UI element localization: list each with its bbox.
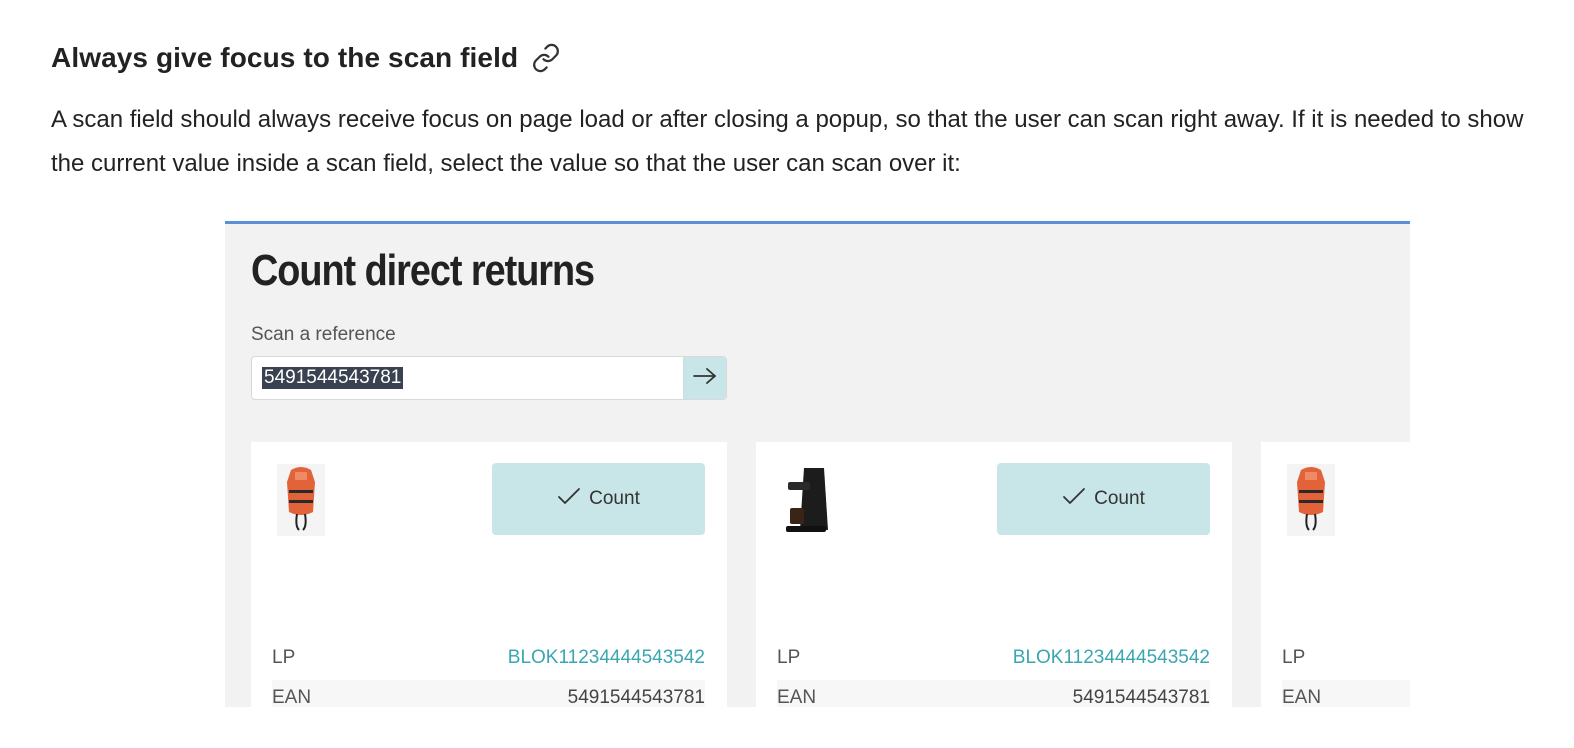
count-button[interactable]: Count [997, 463, 1210, 535]
scan-submit-button[interactable] [683, 357, 726, 399]
ean-row: EAN 5491544543781 [777, 680, 1210, 707]
life-jacket-image [1279, 460, 1343, 540]
return-item-card: Count LP BLOK11234444543542 EAN 54915445… [756, 442, 1232, 707]
ean-value: 5491544543781 [1072, 687, 1210, 707]
ean-label: EAN [272, 687, 312, 707]
life-jacket-image [269, 460, 333, 540]
checkmark-icon [557, 486, 581, 512]
return-item-card: LP EAN [1261, 442, 1410, 707]
scan-field: 5491544543781 [251, 356, 727, 400]
scan-field-label: Scan a reference [251, 324, 396, 345]
lp-row: LP BLOK11234444543542 [272, 640, 705, 676]
ean-label: EAN [1282, 687, 1322, 707]
lp-row: LP [1282, 640, 1410, 676]
example-screenshot: Count direct returns Scan a reference 54… [225, 221, 1410, 707]
lp-label: LP [1282, 647, 1306, 668]
arrow-right-icon [692, 366, 718, 391]
ean-value: 5491544543781 [567, 687, 705, 707]
link-icon[interactable] [530, 42, 562, 74]
count-button-label: Count [589, 488, 640, 509]
count-button[interactable]: Count [492, 463, 705, 535]
return-item-card: Count LP BLOK11234444543542 EAN 54915445… [251, 442, 727, 707]
lp-value-link[interactable]: BLOK11234444543542 [1013, 647, 1210, 669]
lp-label: LP [272, 647, 296, 668]
ean-row: EAN [1282, 680, 1410, 707]
ean-row: EAN 5491544543781 [272, 680, 705, 707]
checkmark-icon [1062, 486, 1086, 512]
section-heading: Always give focus to the scan field [51, 42, 562, 74]
count-button-label: Count [1094, 488, 1145, 509]
section-title: Always give focus to the scan field [51, 42, 519, 73]
section-paragraph: A scan field should always receive focus… [51, 106, 1524, 177]
page-title: Count direct returns [251, 246, 595, 295]
lp-row: LP BLOK11234444543542 [777, 640, 1210, 676]
scan-input-selected-value[interactable]: 5491544543781 [262, 367, 404, 389]
coffee-machine-image [774, 460, 838, 540]
ean-label: EAN [777, 687, 817, 707]
lp-label: LP [777, 647, 801, 668]
lp-value-link[interactable]: BLOK11234444543542 [508, 647, 705, 669]
